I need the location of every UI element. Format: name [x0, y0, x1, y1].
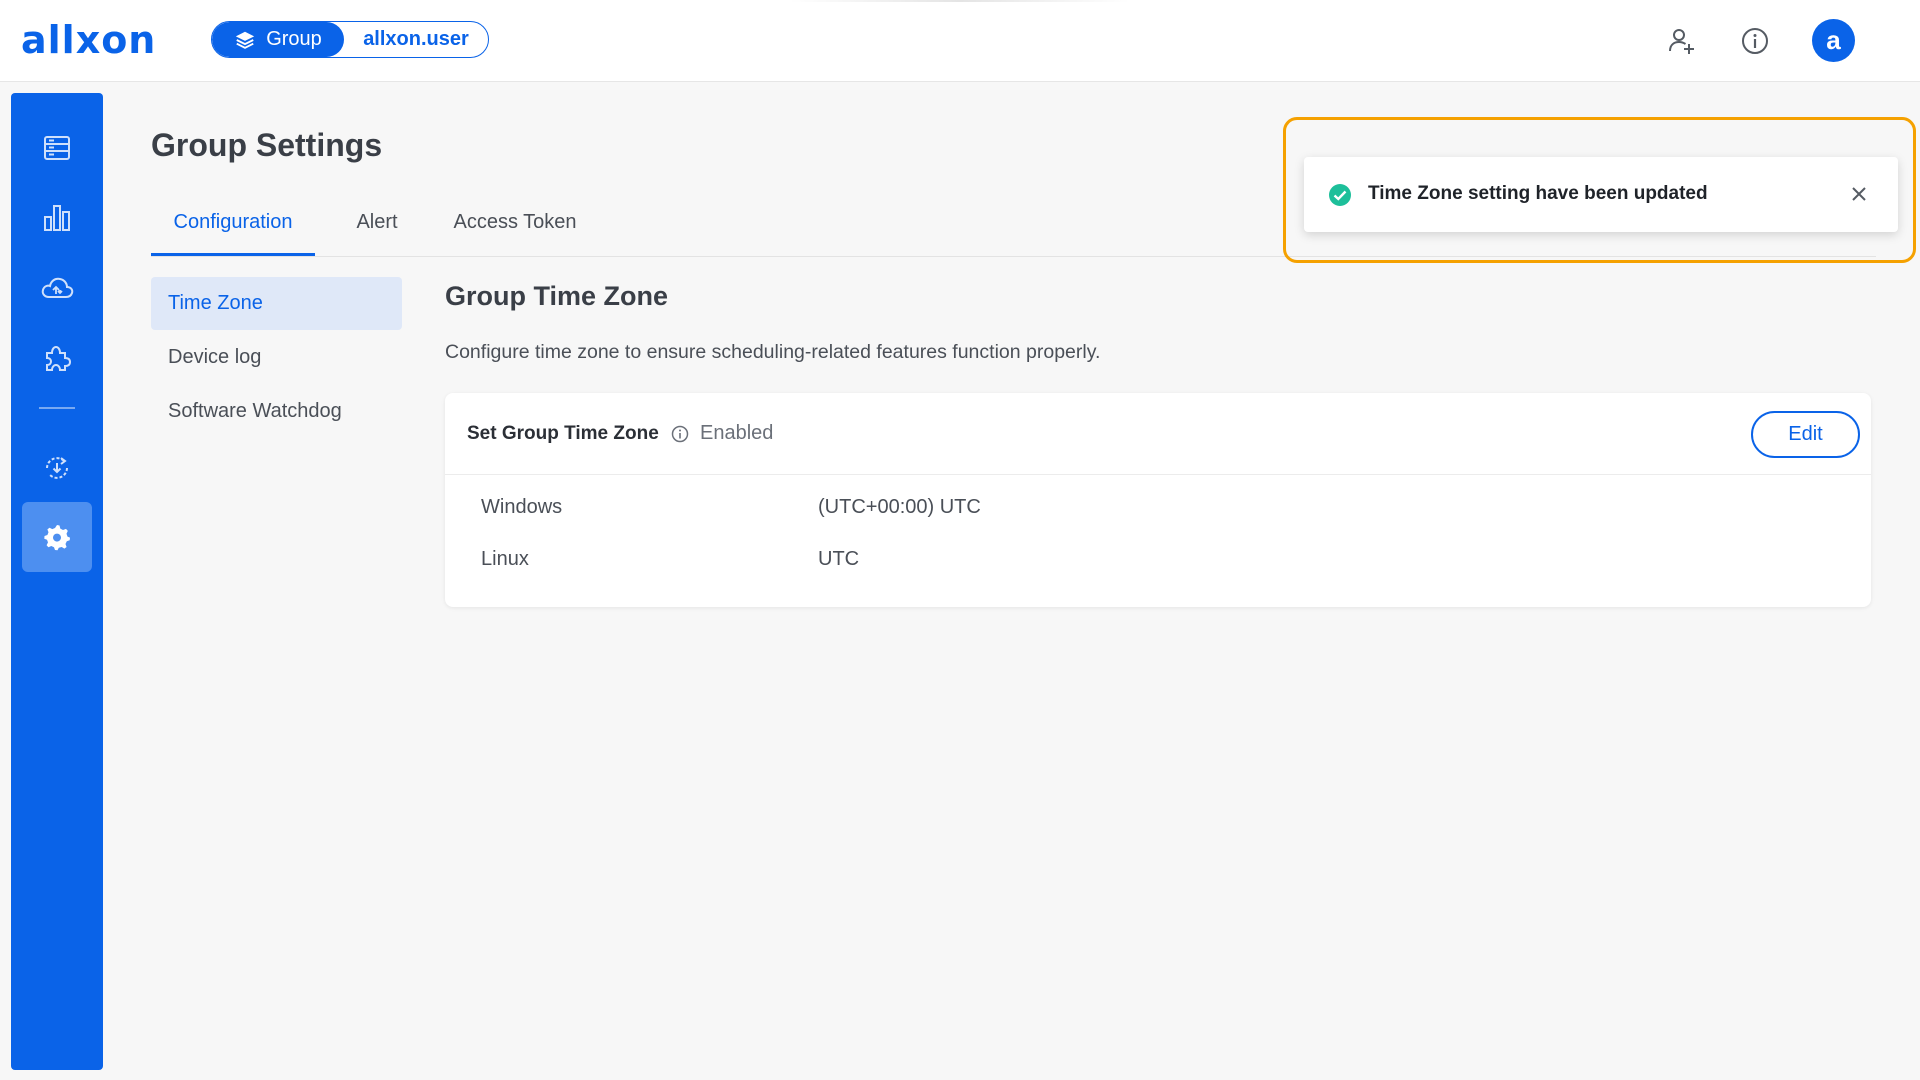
- settings-icon: [44, 525, 70, 551]
- group-user-name[interactable]: allxon.user: [344, 28, 488, 51]
- layers-icon: [236, 31, 255, 49]
- allxon-logo[interactable]: allxon: [21, 20, 169, 60]
- row-key: Linux: [481, 548, 529, 570]
- success-check-icon: [1329, 184, 1351, 206]
- info-icon[interactable]: [671, 425, 689, 443]
- add-user-icon[interactable]: [1665, 24, 1699, 58]
- tab-configuration[interactable]: Configuration: [151, 203, 315, 256]
- card-header: Set Group Time Zone Enabled Edit: [445, 393, 1871, 475]
- sidebar-item-settings[interactable]: [22, 502, 92, 572]
- sidebar-item-devices[interactable]: [22, 113, 92, 183]
- analytics-icon: [44, 205, 70, 231]
- sidebar: [11, 93, 103, 1070]
- table-row: Windows (UTC+00:00) UTC: [445, 496, 1871, 536]
- row-key: Windows: [481, 496, 563, 518]
- status-text: Enabled: [700, 422, 774, 444]
- group-label: Group: [266, 28, 322, 50]
- time-zone-card: Set Group Time Zone Enabled Edit Windows…: [445, 393, 1871, 607]
- row-value: UTC: [818, 548, 860, 570]
- sidebar-item-plugins[interactable]: [22, 323, 92, 393]
- top-divider-glow: [790, 0, 1130, 2]
- section-title: Group Time Zone: [445, 281, 669, 311]
- devices-icon: [44, 136, 70, 160]
- plugin-icon: [46, 345, 72, 371]
- ota-update-icon: [46, 457, 68, 479]
- sidebar-item-analytics[interactable]: [22, 183, 92, 253]
- close-icon[interactable]: [1848, 183, 1870, 205]
- card-title: Set Group Time Zone: [467, 423, 659, 444]
- table-row: Linux UTC: [445, 548, 1871, 588]
- tab-alert[interactable]: Alert: [344, 203, 410, 256]
- edit-button[interactable]: Edit: [1751, 411, 1860, 458]
- page-title: Group Settings: [151, 127, 383, 163]
- group-pill[interactable]: Group: [212, 22, 344, 57]
- toast-message: Time Zone setting have been updated: [1368, 183, 1708, 204]
- row-value: (UTC+00:00) UTC: [818, 496, 981, 518]
- toast-notification: Time Zone setting have been updated: [1304, 157, 1898, 232]
- sidebar-item-ota-update[interactable]: [22, 433, 92, 503]
- top-bar: allxon Group allxon.user a: [0, 0, 1920, 82]
- info-icon[interactable]: [1738, 24, 1772, 58]
- tab-access-token[interactable]: Access Token: [447, 203, 583, 256]
- avatar[interactable]: a: [1812, 19, 1855, 62]
- cloud-sync-icon: [41, 277, 74, 298]
- subnav-item-device-log[interactable]: Device log: [151, 331, 402, 384]
- section-description: Configure time zone to ensure scheduling…: [445, 341, 1101, 363]
- subnav-item-software-watchdog[interactable]: Software Watchdog: [151, 385, 402, 438]
- subnav-item-time-zone[interactable]: Time Zone: [151, 277, 402, 330]
- sidebar-divider: [39, 407, 75, 409]
- sidebar-item-cloud-sync[interactable]: [22, 253, 92, 323]
- group-context-switcher[interactable]: Group allxon.user: [211, 21, 489, 58]
